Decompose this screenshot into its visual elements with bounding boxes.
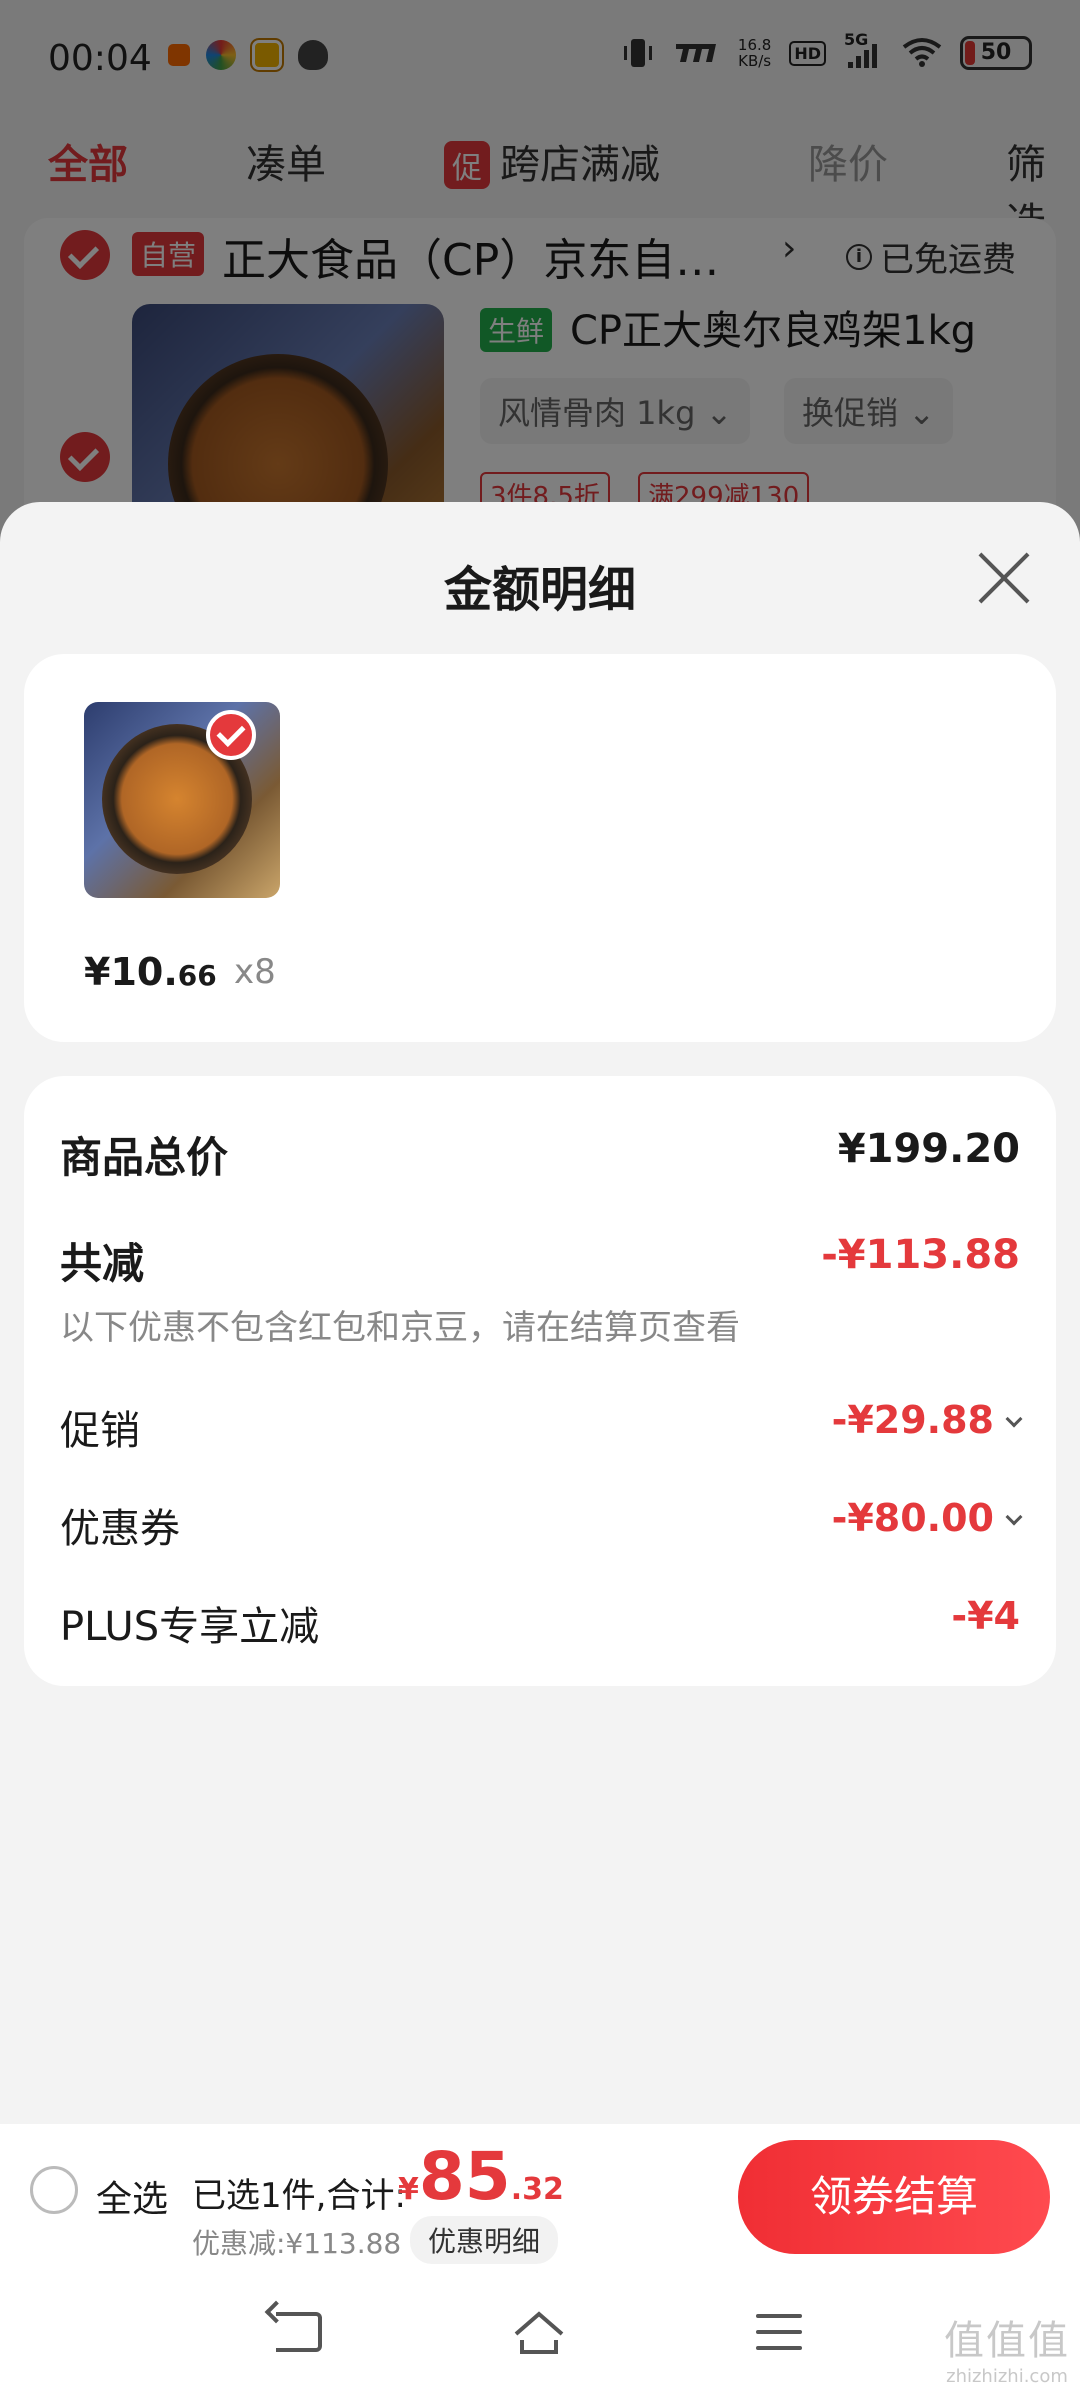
promo-label: 促销 — [60, 1408, 140, 1454]
sheet-title: 金额明细 — [443, 562, 636, 618]
system-nav-bar — [0, 2274, 1080, 2400]
checkout-button[interactable]: 领券结算 — [738, 2140, 1050, 2254]
check-icon — [206, 710, 256, 760]
select-all-radio[interactable] — [30, 2166, 78, 2214]
select-all-label[interactable]: 全选 — [96, 2170, 168, 2222]
coupon-value: -¥80.00 — [831, 1496, 994, 1540]
item-price: ¥10.66 — [84, 950, 217, 994]
summary-card: 商品总价 ¥199.20 共减 -¥113.88 以下优惠不包含红包和京豆，请在… — [24, 1076, 1056, 1686]
plus-value: -¥4 — [951, 1594, 1020, 1638]
plus-label: PLUS专享立减 — [60, 1604, 320, 1650]
total-price-value: ¥199.20 — [837, 1126, 1020, 1172]
watermark: 值值值 zhizhizhi.com — [944, 2308, 1070, 2387]
promo-value: -¥29.88 — [831, 1398, 994, 1442]
total-reduce-label: 共减 — [60, 1239, 145, 1288]
items-card: ¥10.66 x8 — [24, 654, 1056, 1042]
promo-row[interactable]: -¥29.88 — [831, 1398, 1023, 1442]
reduce-note: 以下优惠不包含红包和京豆，请在结算页查看 — [60, 1308, 740, 1348]
discount-detail-button[interactable]: 优惠明细 — [410, 2216, 559, 2264]
home-icon[interactable] — [512, 2310, 566, 2356]
menu-icon[interactable] — [756, 2314, 802, 2362]
back-icon[interactable] — [276, 2312, 322, 2352]
coupon-label: 优惠券 — [60, 1506, 180, 1552]
selected-count: 已选1件,合计: — [192, 2176, 406, 2216]
chevron-down-icon — [1005, 1508, 1023, 1526]
checkout-bar: 全选 已选1件,合计: ¥85.32 优惠减:¥113.88 优惠明细 领券结算 — [0, 2124, 1080, 2274]
total-amount: ¥85.32 — [398, 2138, 564, 2215]
item-quantity: x8 — [234, 952, 276, 992]
chevron-down-icon — [1005, 1410, 1023, 1428]
close-icon[interactable] — [976, 550, 1032, 606]
coupon-row[interactable]: -¥80.00 — [831, 1496, 1023, 1540]
watermark-logo: 值值值 — [944, 2318, 1070, 2364]
discount-amount: 优惠减:¥113.88 — [192, 2227, 402, 2260]
watermark-url: zhizhizhi.com — [946, 2366, 1068, 2387]
total-reduce-value: -¥113.88 — [821, 1232, 1020, 1278]
amount-detail-sheet: 金额明细 ¥10.66 x8 商品总价 ¥199.20 共减 -¥113.88 … — [0, 502, 1080, 2400]
total-price-label: 商品总价 — [60, 1133, 229, 1182]
